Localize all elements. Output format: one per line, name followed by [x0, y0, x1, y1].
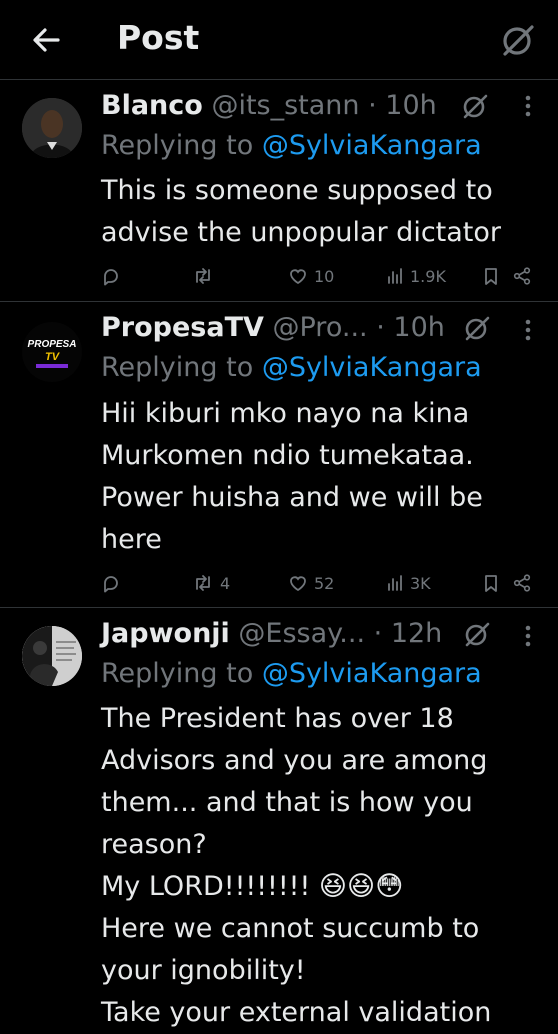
avatar-image	[22, 626, 82, 686]
author-handle[interactable]: @Essay...	[238, 618, 365, 649]
page-title: Post	[117, 18, 200, 57]
repost-button[interactable]	[192, 261, 220, 291]
author-name[interactable]: Japwonji	[101, 618, 230, 649]
grok-icon[interactable]	[463, 314, 491, 342]
like-count: 52	[314, 573, 335, 593]
post-text: Hii kiburi mko nayo na kina Murkomen ndi…	[101, 398, 483, 555]
reply-post[interactable]: Blanco @its_stann · 10h Replying to @Syl…	[0, 80, 558, 302]
repost-count: 4	[220, 573, 231, 593]
action-bar: 4 52 3K	[0, 568, 558, 598]
reply-icon	[104, 576, 118, 593]
action-bar: 10 1.9K	[0, 261, 558, 291]
mention-link[interactable]: @SylviaKangara	[262, 658, 482, 689]
like-count: 10	[314, 266, 335, 286]
svg-text:PROPESA: PROPESA	[28, 339, 77, 350]
repost-button[interactable]: 4	[192, 568, 230, 598]
views-button[interactable]: 3K	[386, 568, 431, 598]
separator: ·	[376, 312, 385, 343]
arrow-left-icon[interactable]	[28, 22, 64, 58]
like-button[interactable]: 52	[288, 568, 334, 598]
share-icon	[513, 267, 531, 285]
author-name[interactable]: PropesaTV	[101, 312, 264, 343]
svg-text:TV: TV	[45, 351, 61, 363]
share-button[interactable]	[512, 568, 532, 598]
top-bar: Post	[0, 0, 558, 80]
heart-icon	[290, 269, 306, 285]
author-handle[interactable]: @Pro...	[273, 312, 368, 343]
avatar[interactable]: PROPESA TV	[22, 322, 82, 382]
post-time: 10h	[385, 90, 437, 121]
more-options-icon[interactable]	[520, 92, 536, 120]
bookmark-button[interactable]	[482, 261, 500, 291]
view-count: 1.9K	[410, 266, 446, 286]
replying-prefix: Replying to	[101, 130, 254, 161]
replying-to: Replying to @SylviaKangara	[101, 654, 482, 694]
reply-icon	[104, 269, 118, 286]
heart-icon	[290, 576, 306, 592]
post-header: Blanco @its_stann · 10h	[101, 86, 437, 126]
reply-button[interactable]	[101, 568, 127, 598]
repost-icon	[196, 268, 210, 284]
replying-to: Replying to @SylviaKangara	[101, 348, 482, 388]
reply-post[interactable]: Japwonji @Essay... · 12h Replying to @Sy…	[0, 608, 558, 1028]
avatar-image: PROPESA TV	[22, 322, 82, 382]
view-count: 3K	[410, 573, 431, 593]
bookmark-icon	[485, 268, 497, 285]
avatar[interactable]	[22, 98, 82, 158]
post-text: The President has over 18 Advisors and y…	[101, 703, 492, 1028]
replying-prefix: Replying to	[101, 658, 254, 689]
bookmark-button[interactable]	[482, 568, 500, 598]
post-header: Japwonji @Essay... · 12h	[101, 614, 442, 654]
post-time: 10h	[393, 312, 445, 343]
share-button[interactable]	[512, 261, 532, 291]
author-name[interactable]: Blanco	[101, 90, 203, 121]
replying-prefix: Replying to	[101, 352, 254, 383]
post-time: 12h	[390, 618, 443, 649]
separator: ·	[373, 618, 383, 649]
avatar[interactable]	[22, 626, 82, 686]
author-handle[interactable]: @its_stann	[211, 90, 359, 121]
mention-link[interactable]: @SylviaKangara	[262, 130, 482, 161]
post-text: This is someone supposed to advise the u…	[101, 175, 502, 248]
bookmark-icon	[485, 575, 497, 592]
views-icon	[388, 268, 402, 284]
more-options-icon[interactable]	[520, 316, 536, 344]
more-options-icon[interactable]	[520, 622, 536, 650]
views-button[interactable]: 1.9K	[386, 261, 446, 291]
separator: ·	[368, 90, 377, 121]
like-button[interactable]: 10	[288, 261, 334, 291]
grok-icon[interactable]	[499, 21, 537, 59]
views-icon	[388, 575, 402, 591]
grok-icon[interactable]	[463, 620, 491, 648]
post-header: PropesaTV @Pro... · 10h	[101, 308, 445, 348]
replying-to: Replying to @SylviaKangara	[101, 126, 482, 166]
share-icon	[513, 574, 531, 592]
repost-icon	[196, 575, 210, 591]
reply-post[interactable]: PROPESA TV PropesaTV @Pro... · 10h Reply…	[0, 302, 558, 608]
avatar-image	[22, 98, 82, 158]
mention-link[interactable]: @SylviaKangara	[262, 352, 482, 383]
grok-icon[interactable]	[461, 92, 489, 120]
reply-button[interactable]	[101, 261, 127, 291]
